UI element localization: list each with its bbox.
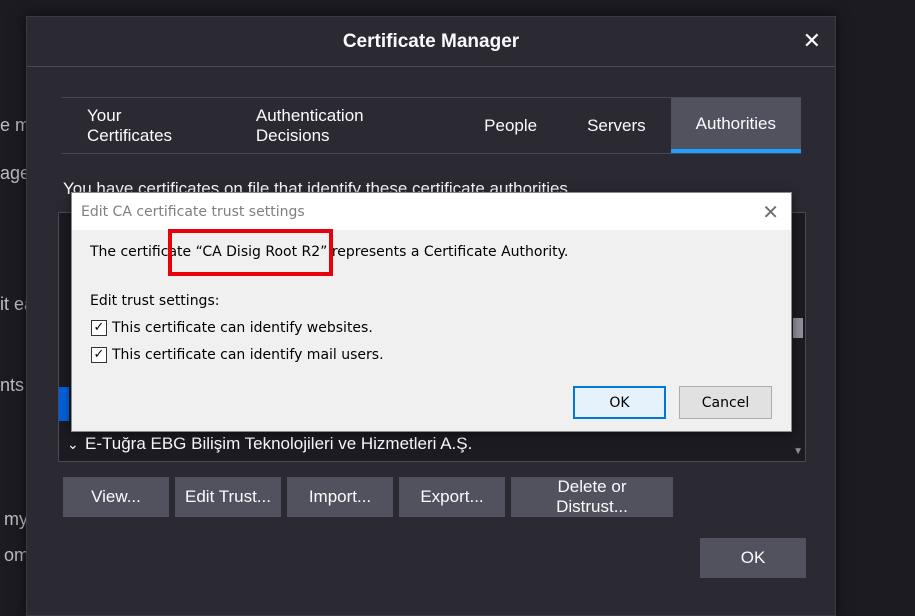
- dialog-titlebar: Edit CA certificate trust settings ✕: [72, 193, 791, 230]
- chevron-down-icon[interactable]: ⌄: [67, 436, 85, 453]
- certificate-name: “CA Disig Root R2”: [195, 244, 328, 260]
- websites-checkbox[interactable]: ✓: [91, 320, 107, 336]
- dialog-title: Certificate Manager: [342, 31, 520, 52]
- trust-mail-option[interactable]: ✓ This certificate can identify mail use…: [91, 347, 384, 363]
- tab-authorities[interactable]: Authorities: [670, 98, 801, 153]
- dialog-header: Certificate Manager ✕: [27, 17, 835, 67]
- trust-websites-option[interactable]: ✓ This certificate can identify websites…: [91, 320, 373, 336]
- tree-row[interactable]: ⌄ E-Tuğra EBG Bilişim Teknolojileri ve Hi…: [67, 434, 472, 454]
- selected-row-indicator: [59, 387, 69, 421]
- dialog-title: Edit CA certificate trust settings: [81, 204, 305, 220]
- mail-option-label: This certificate can identify mail users…: [112, 347, 384, 363]
- edit-trust-button[interactable]: Edit Trust...: [175, 477, 281, 517]
- tab-bar: Your Certificates Authentication Decisio…: [62, 97, 801, 154]
- action-buttons: View... Edit Trust... Import... Export..…: [63, 477, 673, 517]
- export-button[interactable]: Export...: [399, 477, 505, 517]
- close-icon[interactable]: ✕: [762, 200, 779, 225]
- websites-option-label: This certificate can identify websites.: [112, 320, 373, 336]
- cancel-button[interactable]: Cancel: [679, 386, 772, 419]
- ok-button[interactable]: OK: [700, 538, 806, 578]
- tab-your-certificates[interactable]: Your Certificates: [62, 98, 231, 153]
- tab-servers[interactable]: Servers: [562, 98, 671, 153]
- background-text: nts: [0, 375, 25, 395]
- scroll-down-icon[interactable]: ▼: [793, 446, 803, 457]
- import-button[interactable]: Import...: [287, 477, 393, 517]
- ok-button[interactable]: OK: [573, 386, 666, 419]
- trust-settings-label: Edit trust settings:: [90, 293, 220, 309]
- tab-authentication-decisions[interactable]: Authentication Decisions: [231, 98, 459, 153]
- background-text: my: [4, 509, 28, 529]
- tree-row-label: E-Tuğra EBG Bilişim Teknolojileri ve Hiz…: [85, 434, 473, 453]
- scrollbar-thumb[interactable]: [793, 318, 803, 338]
- delete-or-distrust-button[interactable]: Delete or Distrust...: [511, 477, 673, 517]
- tree-scrollbar[interactable]: ▼: [790, 213, 805, 461]
- trust-message: The certificate “CA Disig Root R2” repre…: [90, 244, 568, 260]
- tab-people[interactable]: People: [459, 98, 562, 153]
- message-suffix: represents a Certificate Authority.: [327, 244, 569, 260]
- close-icon[interactable]: ✕: [803, 29, 821, 53]
- message-prefix: The certificate: [90, 244, 196, 260]
- view-button[interactable]: View...: [63, 477, 169, 517]
- edit-trust-dialog: Edit CA certificate trust settings ✕ The…: [71, 192, 792, 432]
- mail-checkbox[interactable]: ✓: [91, 347, 107, 363]
